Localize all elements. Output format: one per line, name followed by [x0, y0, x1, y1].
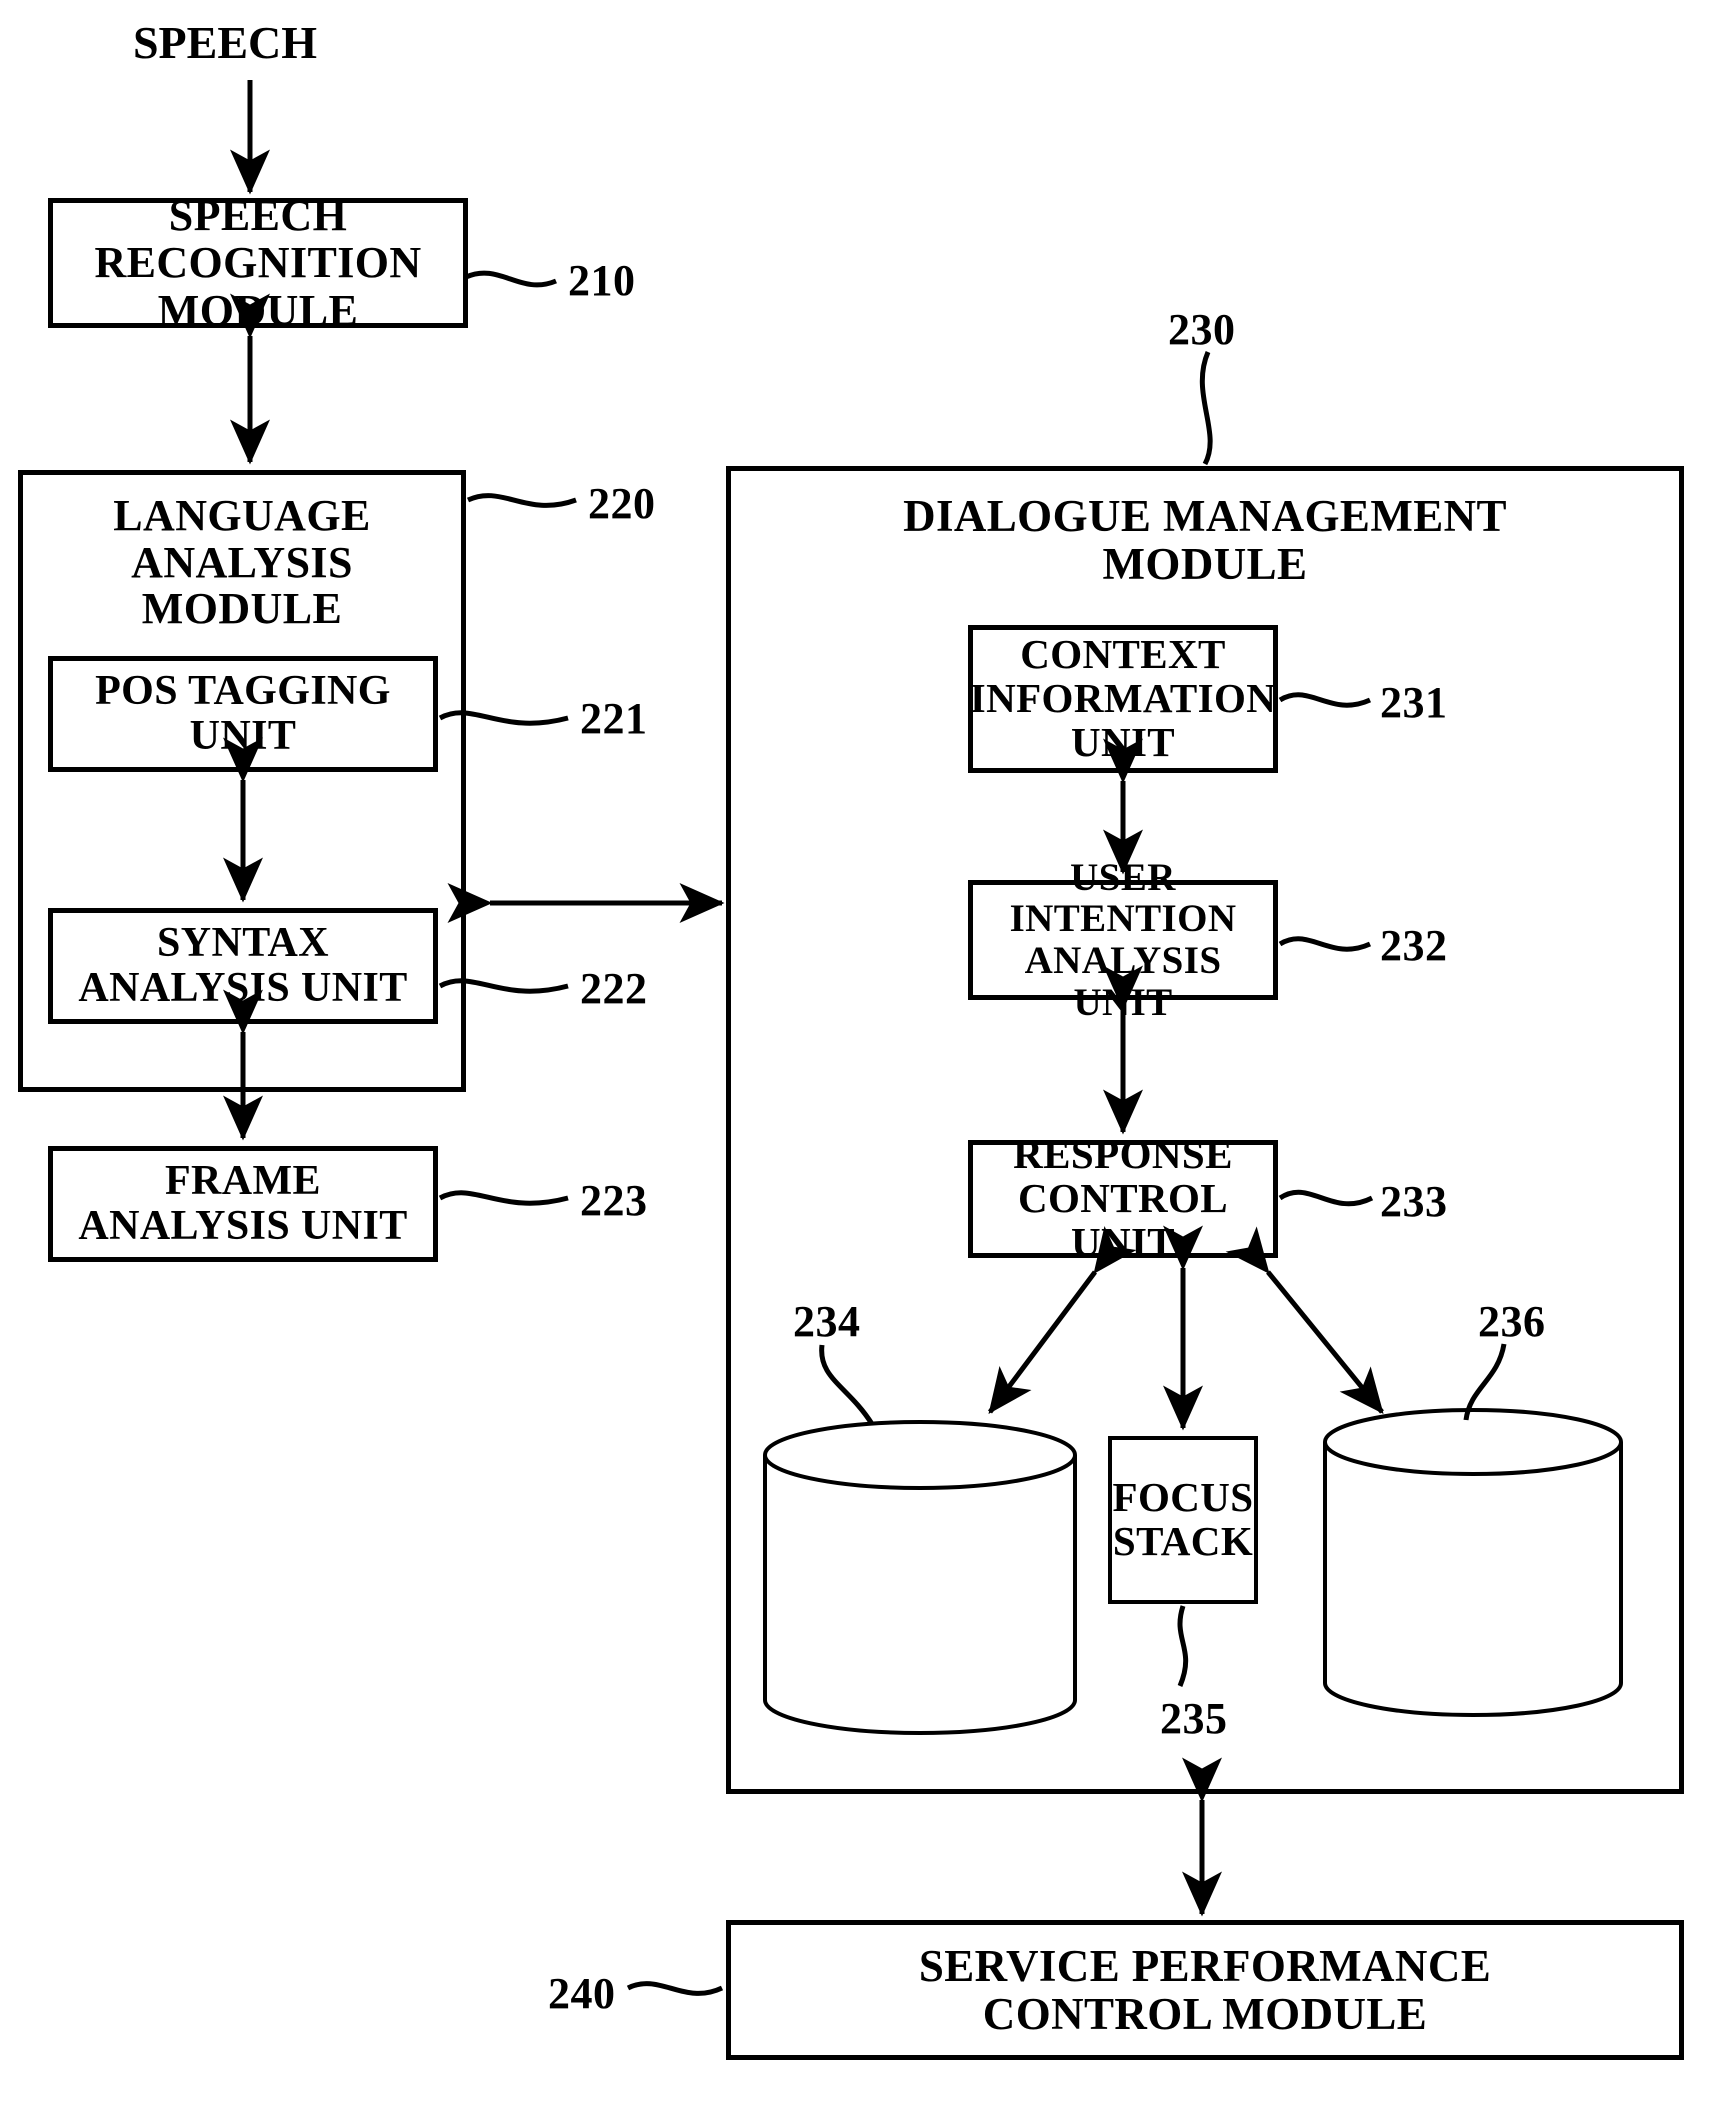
focus-stack-label: FOCUS STACK — [1112, 1474, 1254, 1564]
service-performance-control-module-label: SERVICE PERFORMANCE CONTROL MODULE — [918, 1940, 1492, 2039]
user-intention-analysis-unit-box: USER INTENTION ANALYSIS UNIT — [968, 856, 1278, 1023]
response-control-unit-box: RESPONSE CONTROL UNIT — [968, 1132, 1278, 1264]
context-model-database-label: CONTEXT MODEL DATABASE — [1350, 1501, 1576, 1637]
reference-database-label: REFERENCE DATABASE — [787, 1527, 1049, 1618]
leader-240 — [626, 1981, 724, 1996]
ref-210: 210 — [568, 256, 636, 305]
ref-231: 231 — [1380, 678, 1448, 727]
dialogue-management-module-label: DIALOGUE MANAGEMENT MODULE — [903, 491, 1507, 589]
ref-222: 222 — [580, 964, 648, 1013]
leader-230 — [1199, 351, 1213, 466]
ref-220: 220 — [588, 479, 656, 528]
speech-recognition-module-box: SPEECH RECOGNITION MODULE — [48, 192, 468, 334]
leader-220 — [466, 493, 577, 508]
service-performance-control-module-box: SERVICE PERFORMANCE CONTROL MODULE — [726, 1920, 1684, 2060]
response-control-unit-label: RESPONSE CONTROL UNIT — [1013, 1131, 1233, 1265]
ref-232: 232 — [1380, 921, 1448, 970]
ref-223: 223 — [580, 1176, 648, 1225]
leader-210 — [464, 270, 557, 288]
speech-recognition-module-label: SPEECH RECOGNITION MODULE — [94, 191, 422, 335]
leader-223 — [438, 1190, 569, 1206]
syntax-analysis-unit-box: SYNTAX ANALYSIS UNIT — [48, 908, 438, 1024]
ref-233: 233 — [1380, 1177, 1448, 1226]
language-analysis-module-label: LANGUAGE ANALYSIS MODULE — [113, 491, 371, 634]
context-information-unit-box: CONTEXT INFORMATION UNIT — [968, 625, 1278, 773]
frame-analysis-unit-label: FRAME ANALYSIS UNIT — [78, 1158, 408, 1249]
syntax-analysis-unit-label: SYNTAX ANALYSIS UNIT — [78, 920, 408, 1011]
speech-input-label: SPEECH — [132, 17, 318, 68]
ref-235: 235 — [1160, 1694, 1228, 1743]
pos-tagging-unit-box: POS TAGGING UNIT — [48, 656, 438, 772]
ref-230: 230 — [1168, 305, 1236, 354]
context-information-unit-label: CONTEXT INFORMATION UNIT — [969, 631, 1277, 765]
focus-stack-box: FOCUS STACK — [1108, 1436, 1258, 1604]
patent-figure-canvas: SPEECH SPEECH RECOGNITION MODULE 210 LAN… — [0, 0, 1730, 2107]
ref-234: 234 — [793, 1297, 861, 1346]
user-intention-analysis-unit-label: USER INTENTION ANALYSIS UNIT — [1009, 855, 1237, 1024]
pos-tagging-unit-label: POS TAGGING UNIT — [95, 668, 391, 759]
ref-236: 236 — [1478, 1297, 1546, 1346]
frame-analysis-unit-box: FRAME ANALYSIS UNIT — [48, 1146, 438, 1262]
ref-221: 221 — [580, 694, 648, 743]
ref-240: 240 — [548, 1969, 616, 2018]
